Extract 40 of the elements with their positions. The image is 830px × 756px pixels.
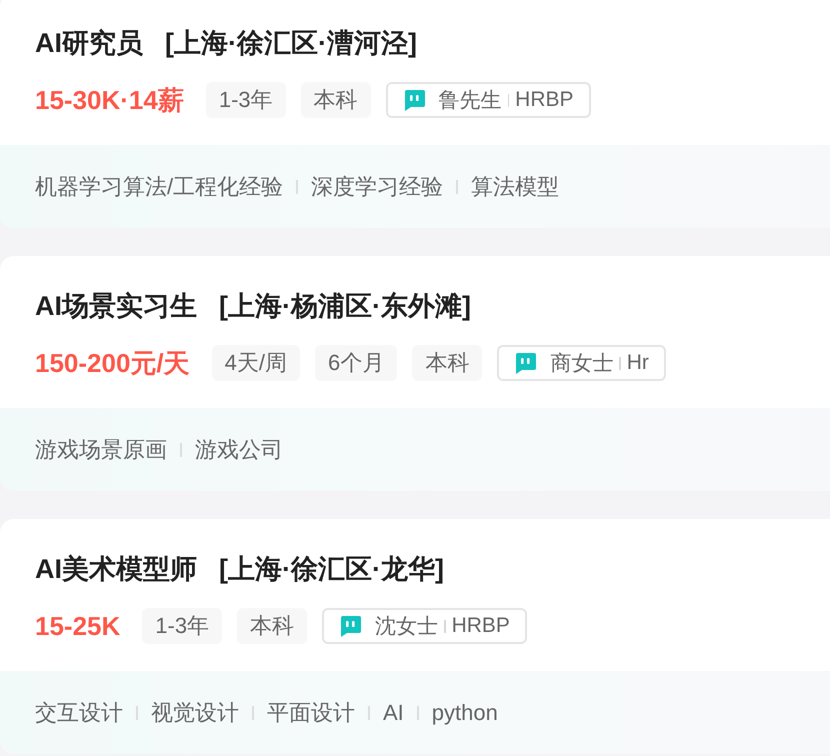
job-title: AI研究员 <box>35 27 143 59</box>
salary-text: 150-200元/天 <box>35 347 190 379</box>
requirement-tag: 本科 <box>412 345 482 381</box>
requirement-tag: 本科 <box>237 608 308 644</box>
recruiter-chip[interactable]: 鲁先生 HRBP <box>386 82 591 118</box>
requirement-tag: 6个月 <box>315 345 398 381</box>
salary-text: 15-30K·14薪 <box>35 84 184 116</box>
skill-label: 平面设计 <box>267 698 355 726</box>
job-title: AI美术模型师 <box>35 553 197 585</box>
chat-bubble-icon <box>338 614 362 638</box>
recruiter-role: HRBP <box>452 614 510 638</box>
job-card[interactable]: AI研究员 [上海·徐汇区·漕河泾] 15-30K·14薪 1-3年 本科 鲁先生 HRBP 机器学习算法/工程化经验 深度学习经验 算法模型 <box>0 0 830 228</box>
job-location: [上海·徐汇区·龙华] <box>219 553 444 585</box>
skill-label: AI <box>383 700 404 726</box>
recruiter-name: 沈女士 <box>375 614 438 640</box>
skill-label: python <box>432 700 498 726</box>
skill-label: 深度学习经验 <box>311 172 444 200</box>
skill-label: 机器学习算法/工程化经验 <box>35 172 284 200</box>
job-location: [上海·杨浦区·东外滩] <box>219 290 471 322</box>
recruiter-chip[interactable]: 沈女士 HRBP <box>322 608 527 644</box>
recruiter-role: HRBP <box>515 88 574 112</box>
skill-label: 算法模型 <box>471 172 560 200</box>
requirement-tag: 本科 <box>300 82 371 118</box>
requirement-tag: 1-3年 <box>206 82 286 118</box>
skill-label: 游戏公司 <box>195 436 283 464</box>
job-card[interactable]: AI美术模型师 [上海·徐汇区·龙华] 15-25K 1-3年 本科 沈女士 HRBP 交互设计 视觉设计 平面设计 AI python <box>0 519 830 754</box>
recruiter-chip[interactable]: 商女士 Hr <box>497 345 666 381</box>
chat-bubble-icon <box>513 351 538 375</box>
recruiter-name: 商女士 <box>550 351 614 377</box>
skill-label: 视觉设计 <box>151 698 239 726</box>
job-title: AI场景实习生 <box>35 290 197 322</box>
job-card[interactable]: AI场景实习生 [上海·杨浦区·东外滩] 150-200元/天 4天/周 6个月 本科 商女士 Hr 游戏场景原画 游戏公司 <box>0 256 830 491</box>
job-location: [上海·徐汇区·漕河泾] <box>165 27 417 59</box>
skill-label: 交互设计 <box>35 698 123 726</box>
salary-text: 15-25K <box>35 610 120 642</box>
requirement-tag: 4天/周 <box>212 345 300 381</box>
requirement-tag: 1-3年 <box>142 608 222 644</box>
recruiter-name: 鲁先生 <box>438 88 502 114</box>
skill-label: 游戏场景原画 <box>35 436 167 464</box>
recruiter-role: Hr <box>626 351 649 375</box>
